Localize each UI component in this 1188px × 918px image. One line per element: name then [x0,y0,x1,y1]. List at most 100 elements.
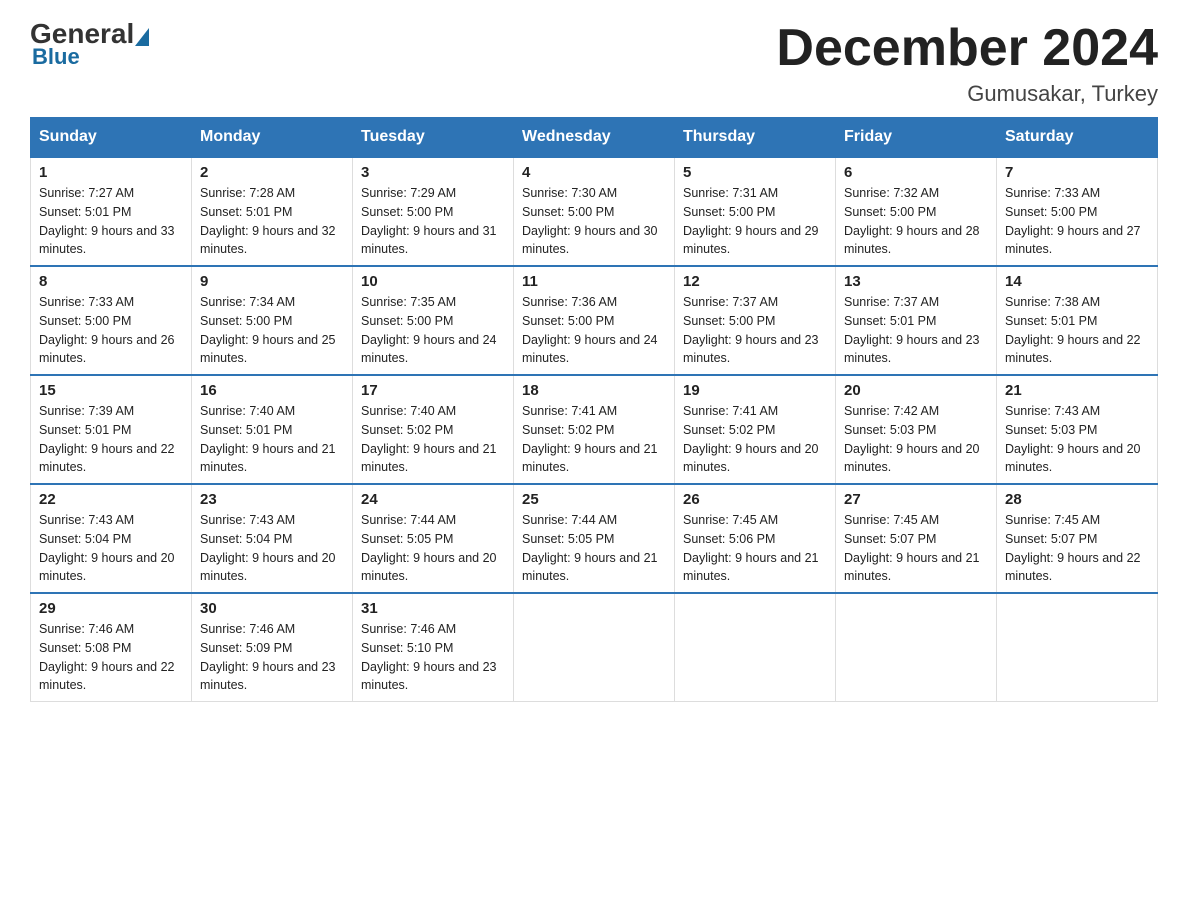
day-info: Sunrise: 7:34 AMSunset: 5:00 PMDaylight:… [200,293,344,368]
table-row: 2Sunrise: 7:28 AMSunset: 5:01 PMDaylight… [192,157,353,266]
day-info: Sunrise: 7:46 AMSunset: 5:08 PMDaylight:… [39,620,183,695]
day-info: Sunrise: 7:43 AMSunset: 5:04 PMDaylight:… [200,511,344,586]
daylight-label: Daylight: 9 hours and 21 minutes. [522,551,658,584]
sunset-label: Sunset: 5:01 PM [39,205,131,219]
table-row: 25 Sunrise: 7:44 AM Sunset: 5:05 PM Dayligh… [514,484,675,593]
day-info: Sunrise: 7:35 AMSunset: 5:00 PMDaylight:… [361,293,505,368]
calendar-week-row: 29Sunrise: 7:46 AMSunset: 5:08 PMDayligh… [31,593,1158,702]
location-title: Gumusakar, Turkey [776,81,1158,107]
day-info: Sunrise: 7:36 AMSunset: 5:00 PMDaylight:… [522,293,666,368]
day-number: 31 [361,600,505,617]
sunrise-label: Sunrise: 7:41 AM [683,404,778,418]
sunset-label: Sunset: 5:07 PM [844,532,936,546]
sunset-label: Sunset: 5:00 PM [522,205,614,219]
sunset-label: Sunset: 5:00 PM [361,314,453,328]
sunset-label: Sunset: 5:01 PM [200,205,292,219]
sunrise-label: Sunrise: 7:44 AM [522,513,617,527]
table-row: 20Sunrise: 7:42 AMSunset: 5:03 PMDayligh… [836,375,997,484]
sunrise-label: Sunrise: 7:29 AM [361,186,456,200]
daylight-label: Daylight: 9 hours and 23 minutes. [844,333,980,366]
table-row: 21Sunrise: 7:43 AMSunset: 5:03 PMDayligh… [997,375,1158,484]
sunset-label: Sunset: 5:06 PM [683,532,775,546]
table-row: 23 Sunrise: 7:43 AMSunset: 5:04 PMDayligh… [192,484,353,593]
sunrise-label: Sunrise: 7:46 AM [361,622,456,636]
day-number: 12 [683,273,827,290]
day-info: Sunrise: 7:44 AMSunset: 5:05 PMDaylight:… [361,511,505,586]
sunset-label: Sunset: 5:01 PM [1005,314,1097,328]
day-info: Sunrise: 7:40 AMSunset: 5:02 PMDaylight:… [361,402,505,477]
sunset-label: Sunset: 5:00 PM [683,314,775,328]
sunset-label: Sunset: 5:05 PM [522,532,614,546]
daylight-label: Daylight: 9 hours and 20 minutes. [1005,442,1141,475]
sunrise-label: Sunrise: 7:36 AM [522,295,617,309]
sunrise-label: Sunrise: 7:46 AM [39,622,134,636]
table-row: 19Sunrise: 7:41 AMSunset: 5:02 PMDayligh… [675,375,836,484]
day-number: 18 [522,382,666,399]
table-row: 30Sunrise: 7:46 AMSunset: 5:09 PMDayligh… [192,593,353,702]
day-number: 28 [1005,491,1149,508]
calendar-week-row: 1 Sunrise: 7:27 AM Sunset: 5:01 PM Daylight… [31,157,1158,266]
table-row [836,593,997,702]
sunrise-label: Sunrise: 7:32 AM [844,186,939,200]
sunrise-label: Sunrise: 7:39 AM [39,404,134,418]
daylight-label: Daylight: 9 hours and 31 minutes. [361,224,497,257]
sunrise-label: Sunrise: 7:41 AM [522,404,617,418]
calendar-table: Sunday Monday Tuesday Wednesday Thursday… [30,117,1158,702]
day-number: 27 [844,491,988,508]
sunrise-label: Sunrise: 7:37 AM [683,295,778,309]
day-number: 23 [200,491,344,508]
day-info: Sunrise: 7:45 AMSunset: 5:06 PMDaylight:… [683,511,827,586]
sunrise-label: Sunrise: 7:43 AM [39,513,134,527]
title-area: December 2024 Gumusakar, Turkey [776,20,1158,107]
table-row: 12Sunrise: 7:37 AMSunset: 5:00 PMDayligh… [675,266,836,375]
sunset-label: Sunset: 5:00 PM [683,205,775,219]
daylight-label: Daylight: 9 hours and 20 minutes. [844,442,980,475]
daylight-label: Daylight: 9 hours and 28 minutes. [844,224,980,257]
sunset-label: Sunset: 5:03 PM [1005,423,1097,437]
daylight-label: Daylight: 9 hours and 25 minutes. [200,333,336,366]
col-sunday: Sunday [31,118,192,158]
sunset-label: Sunset: 5:07 PM [1005,532,1097,546]
day-info: Sunrise: 7:27 AM Sunset: 5:01 PM Daylight:… [39,184,183,259]
sunset-label: Sunset: 5:01 PM [844,314,936,328]
day-number: 1 [39,164,183,181]
sunset-label: Sunset: 5:00 PM [39,314,131,328]
day-info: Sunrise: 7:38 AMSunset: 5:01 PMDaylight:… [1005,293,1149,368]
day-number: 14 [1005,273,1149,290]
day-number: 24 [361,491,505,508]
sunset-label: Sunset: 5:09 PM [200,641,292,655]
sunset-label: Sunset: 5:00 PM [522,314,614,328]
table-row: 17Sunrise: 7:40 AMSunset: 5:02 PMDayligh… [353,375,514,484]
sunrise-label: Sunrise: 7:45 AM [844,513,939,527]
table-row: 9Sunrise: 7:34 AMSunset: 5:00 PMDaylight… [192,266,353,375]
day-info: Sunrise: 7:46 AMSunset: 5:10 PMDaylight:… [361,620,505,695]
sunset-label: Sunset: 5:04 PM [200,532,292,546]
sunrise-label: Sunrise: 7:42 AM [844,404,939,418]
col-wednesday: Wednesday [514,118,675,158]
day-number: 2 [200,164,344,181]
sunrise-label: Sunrise: 7:46 AM [200,622,295,636]
daylight-label: Daylight: 9 hours and 23 minutes. [200,660,336,693]
sunrise-label: Sunrise: 7:34 AM [200,295,295,309]
daylight-label: Daylight: 9 hours and 33 minutes. [39,224,175,257]
day-number: 25 [522,491,666,508]
table-row: 22Sunrise: 7:43 AMSunset: 5:04 PMDayligh… [31,484,192,593]
sunset-label: Sunset: 5:02 PM [683,423,775,437]
table-row: 6Sunrise: 7:32 AMSunset: 5:00 PMDaylight… [836,157,997,266]
daylight-label: Daylight: 9 hours and 26 minutes. [39,333,175,366]
table-row [514,593,675,702]
sunset-label: Sunset: 5:01 PM [39,423,131,437]
calendar-week-row: 8Sunrise: 7:33 AMSunset: 5:00 PMDaylight… [31,266,1158,375]
table-row: 28Sunrise: 7:45 AMSunset: 5:07 PMDayligh… [997,484,1158,593]
daylight-label: Daylight: 9 hours and 21 minutes. [200,442,336,475]
day-info: Sunrise: 7:46 AM Sunset: 5:09 PM Daylight:… [200,620,344,695]
sunrise-label: Sunrise: 7:27 AM [39,186,134,200]
day-number: 7 [1005,164,1149,181]
day-number: 15 [39,382,183,399]
table-row: 26Sunrise: 7:45 AMSunset: 5:06 PMDayligh… [675,484,836,593]
sunset-label: Sunset: 5:00 PM [1005,205,1097,219]
sunset-label: Sunset: 5:01 PM [200,423,292,437]
sunrise-label: Sunrise: 7:37 AM [844,295,939,309]
day-info: Sunrise: 7:37 AMSunset: 5:00 PMDaylight:… [683,293,827,368]
day-info: Sunrise: 7:37 AM Sunset: 5:01 PM Daylight:… [844,293,988,368]
